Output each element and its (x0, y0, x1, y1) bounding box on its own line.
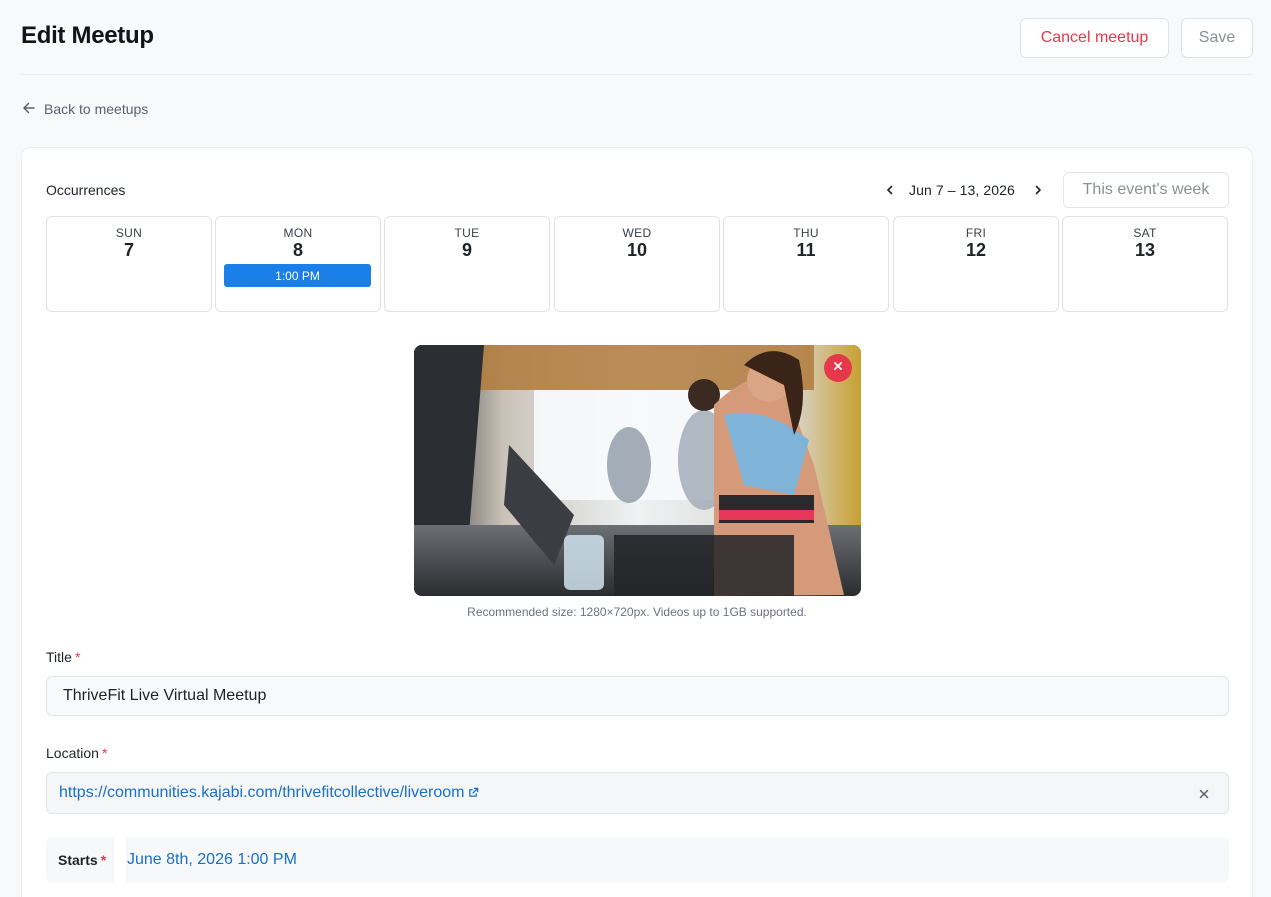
location-url: https://communities.kajabi.com/thrivefit… (59, 784, 465, 801)
day-number: 9 (461, 240, 472, 260)
remove-cover-button[interactable] (824, 354, 852, 382)
gym-photo (414, 345, 861, 596)
day-name: SUN (115, 226, 143, 240)
close-icon (1199, 789, 1209, 799)
day-cell-sat[interactable]: SAT 13 (1062, 216, 1228, 312)
page-header: Edit Meetup Cancel meetup Save (0, 0, 1271, 75)
day-number: 11 (796, 240, 816, 260)
cancel-meetup-button[interactable]: Cancel meetup (1020, 18, 1169, 58)
location-field-label: Location * (46, 745, 107, 761)
required-mark: * (74, 649, 81, 665)
meetup-editor-card: Occurrences Jun 7 – 13, 2026 This event'… (21, 147, 1253, 897)
day-number: 7 (123, 240, 134, 260)
cover-size-hint: Recommended size: 1280×720px. Videos up … (467, 605, 807, 619)
day-name: FRI (965, 226, 987, 240)
starts-label-text: Starts (58, 852, 98, 868)
required-mark: * (101, 745, 108, 761)
day-cell-fri[interactable]: FRI 12 (893, 216, 1059, 312)
back-to-meetups-link[interactable]: Back to meetups (22, 100, 148, 118)
back-link-label: Back to meetups (44, 101, 149, 117)
week-range: Jun 7 – 13, 2026 (909, 182, 1015, 198)
week-day-grid: SUN 7 MON 8 1:00 PM TUE 9 WED 10 THU 11 … (46, 216, 1229, 312)
occurrences-label: Occurrences (46, 182, 126, 198)
location-label-text: Location (46, 745, 99, 761)
page-title: Edit Meetup (21, 22, 154, 49)
day-cell-mon[interactable]: MON 8 1:00 PM (215, 216, 381, 312)
close-icon (832, 359, 844, 377)
cover-image[interactable] (414, 345, 861, 596)
title-label-text: Title (46, 649, 72, 665)
starts-datetime-picker[interactable]: June 8th, 2026 1:00 PM (126, 838, 1229, 882)
occurrence-chip[interactable]: 1:00 PM (224, 264, 371, 287)
day-name: WED (622, 226, 652, 240)
day-name: SAT (1133, 226, 1157, 240)
clear-location-button[interactable] (1196, 786, 1212, 802)
chevron-right-icon[interactable] (1027, 179, 1049, 201)
external-link-icon (468, 784, 479, 803)
location-field[interactable]: https://communities.kajabi.com/thrivefit… (46, 772, 1229, 814)
arrow-left-icon (22, 101, 36, 118)
title-input[interactable] (46, 676, 1229, 716)
save-button[interactable]: Save (1181, 18, 1253, 58)
title-field-label: Title * (46, 649, 80, 665)
day-name: MON (283, 226, 313, 240)
week-navigator: Jun 7 – 13, 2026 (879, 172, 1049, 208)
day-name: THU (793, 226, 819, 240)
day-number: 10 (626, 240, 648, 260)
starts-label: Starts * (46, 838, 114, 882)
day-number: 13 (1134, 240, 1156, 260)
day-cell-thu[interactable]: THU 11 (723, 216, 889, 312)
chevron-left-icon[interactable] (879, 179, 901, 201)
required-mark: * (100, 852, 107, 868)
day-cell-wed[interactable]: WED 10 (554, 216, 720, 312)
starts-row: Starts * June 8th, 2026 1:00 PM (46, 838, 1229, 882)
day-name: TUE (454, 226, 480, 240)
day-number: 8 (292, 240, 303, 260)
day-number: 12 (965, 240, 987, 260)
this-event-week-button[interactable]: This event's week (1063, 172, 1229, 208)
header-divider (21, 74, 1253, 75)
location-link[interactable]: https://communities.kajabi.com/thrivefit… (59, 784, 479, 803)
day-cell-sun[interactable]: SUN 7 (46, 216, 212, 312)
day-cell-tue[interactable]: TUE 9 (384, 216, 550, 312)
